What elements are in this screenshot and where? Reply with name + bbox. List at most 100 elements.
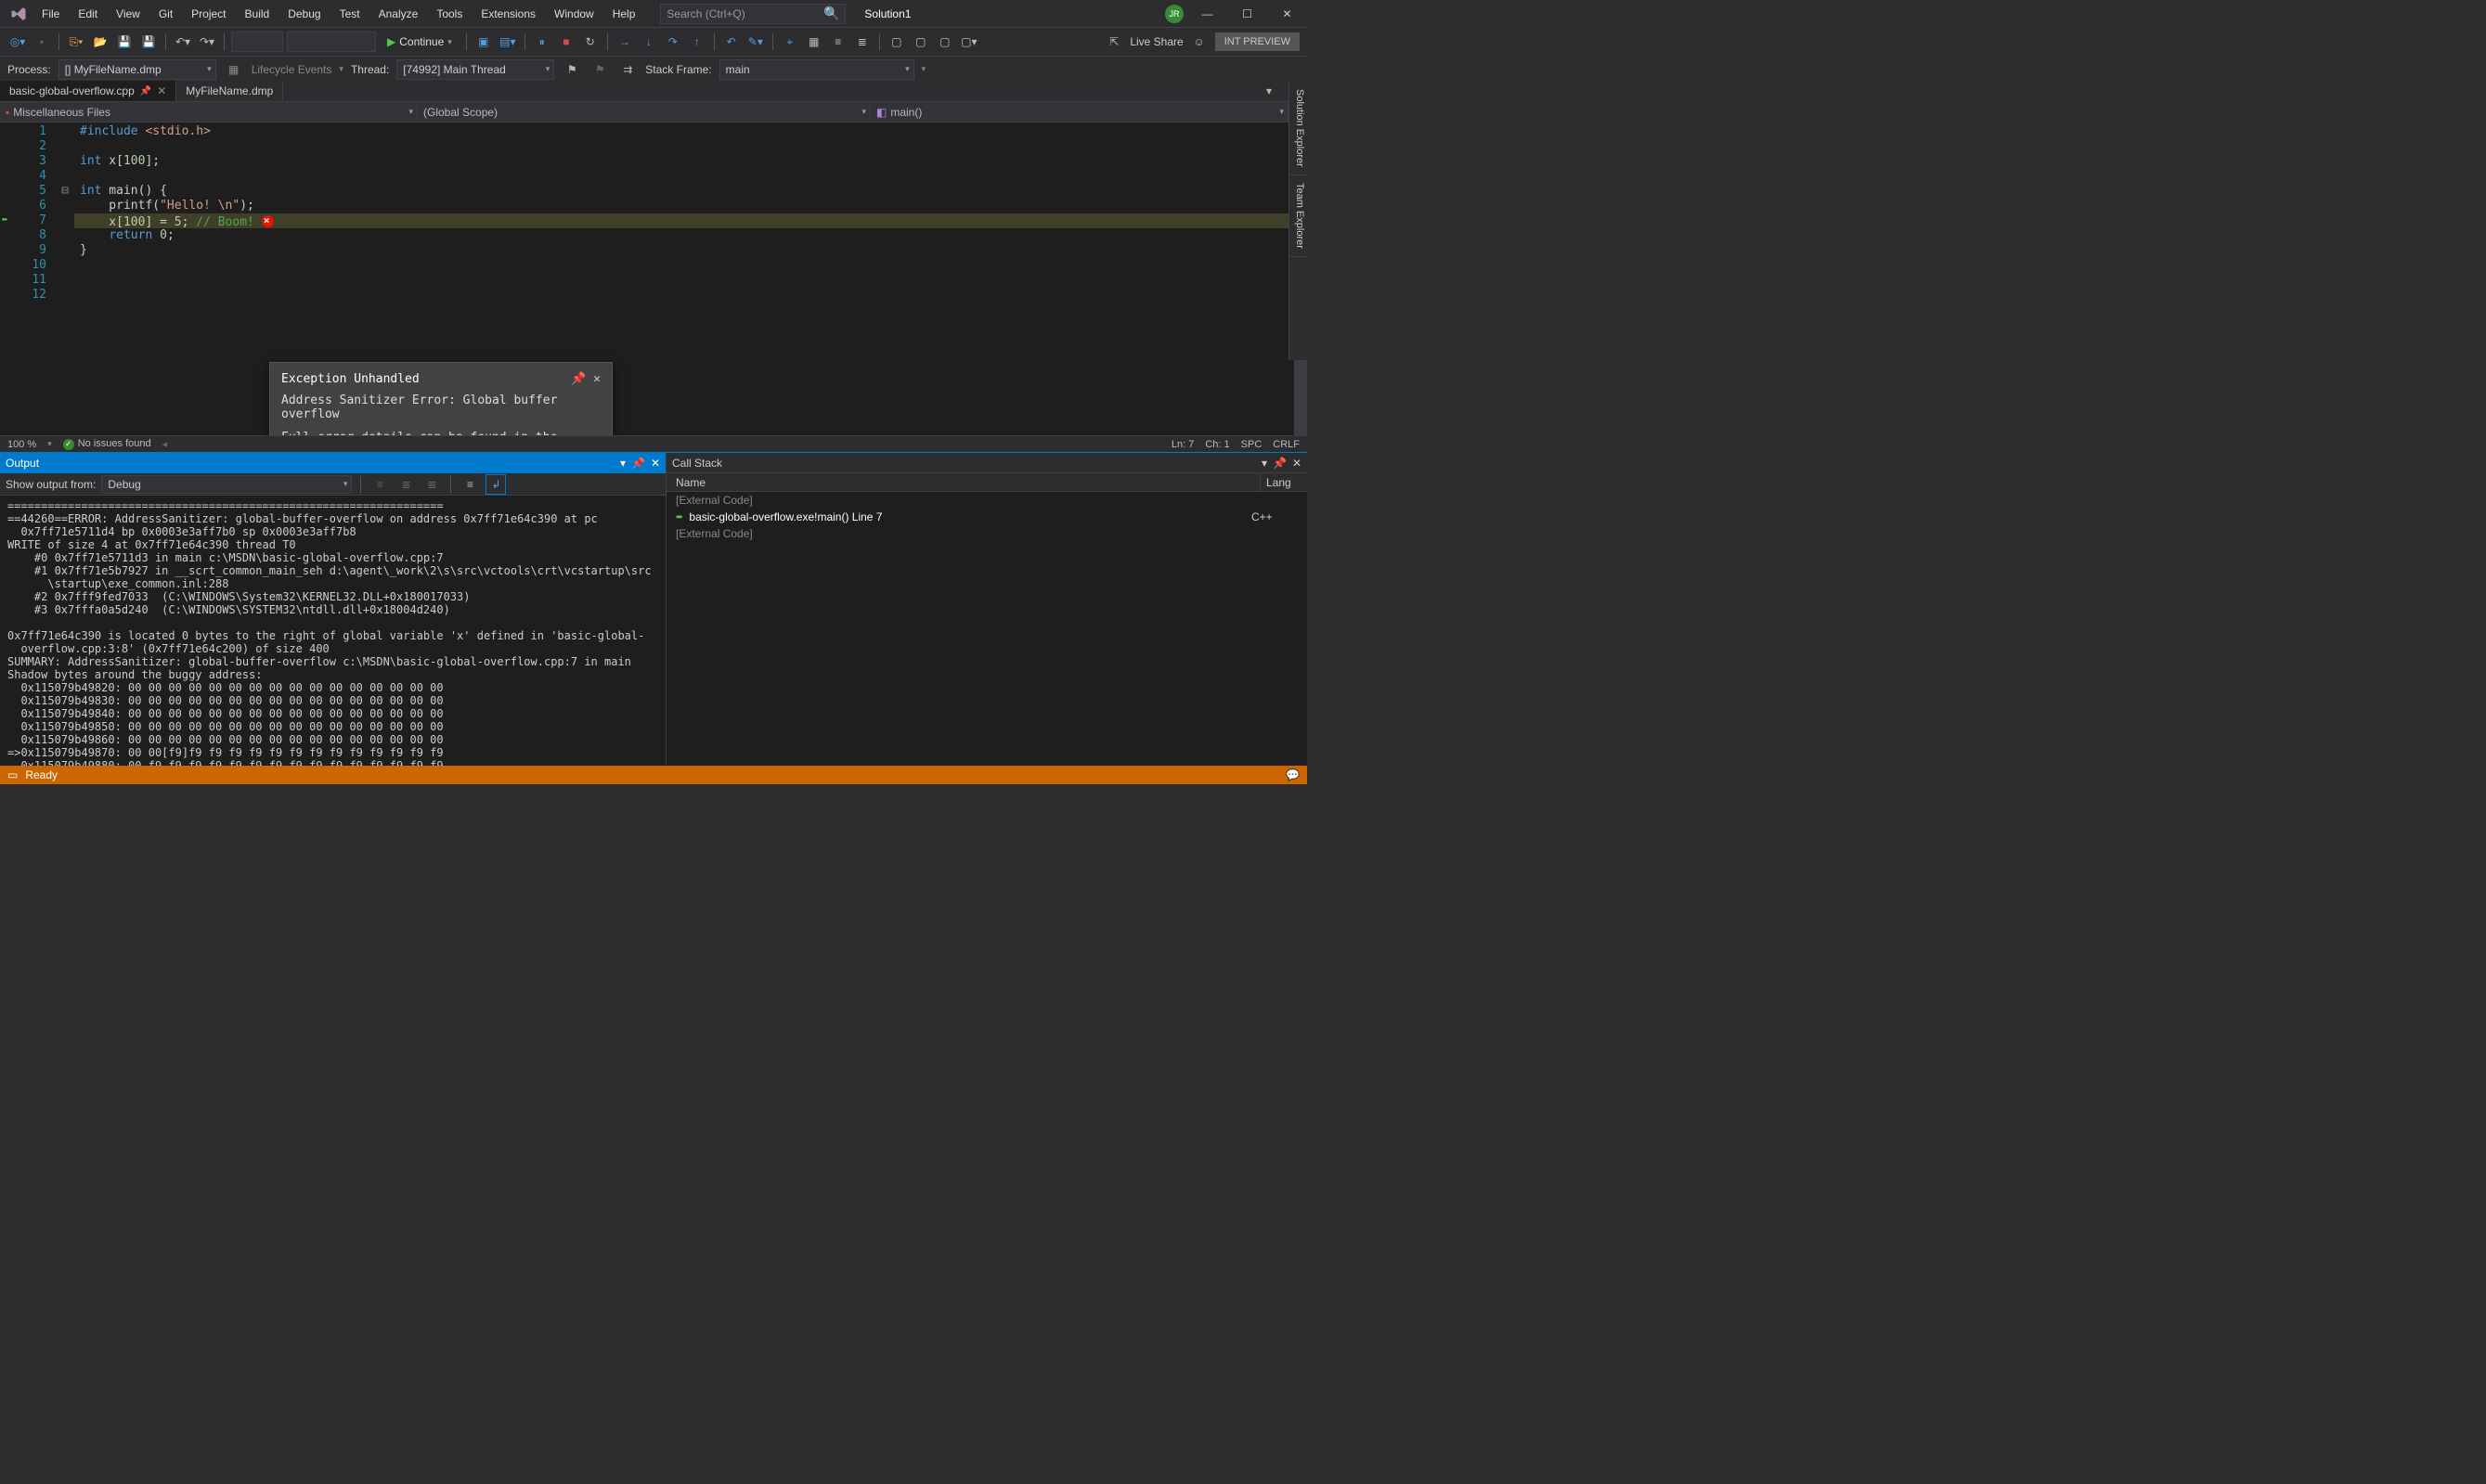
- menu-debug[interactable]: Debug: [279, 3, 329, 25]
- maximize-button[interactable]: ☐: [1231, 1, 1263, 27]
- callstack-header[interactable]: Call Stack ▾ 📌 ✕: [667, 453, 1307, 473]
- menu-bar: FileEditViewGitProjectBuildDebugTestAnal…: [33, 3, 643, 25]
- menu-build[interactable]: Build: [237, 3, 278, 25]
- callstack-row[interactable]: ➨basic-global-overflow.exe!main() Line 7…: [667, 509, 1307, 525]
- callstack-col-lang[interactable]: Lang: [1261, 473, 1307, 491]
- out-tool-2[interactable]: ≣: [395, 474, 416, 495]
- menu-window[interactable]: Window: [546, 3, 602, 25]
- out-tool-3[interactable]: ≣: [421, 474, 442, 495]
- tool-icon-d[interactable]: ▦: [804, 32, 824, 52]
- out-wrap-icon[interactable]: ↲: [486, 474, 506, 495]
- nav-back-icon[interactable]: ◎▾: [7, 32, 28, 52]
- out-tool-4[interactable]: ≡: [460, 474, 480, 495]
- callstack-row[interactable]: [External Code]: [667, 492, 1307, 509]
- platform-dropdown[interactable]: [287, 32, 376, 52]
- notifications-icon[interactable]: 💬: [1286, 768, 1300, 781]
- flag-icon[interactable]: ⚑: [562, 59, 582, 80]
- step-out-icon[interactable]: ↑: [687, 32, 707, 52]
- tool-icon-c[interactable]: ⌖: [780, 32, 800, 52]
- side-tab-solution-explorer[interactable]: Solution Explorer: [1289, 82, 1307, 175]
- file-tab-active[interactable]: basic-global-overflow.cpp 📌 ✕: [0, 81, 176, 101]
- close-icon[interactable]: ✕: [651, 457, 660, 470]
- save-all-icon[interactable]: 💾: [138, 32, 159, 52]
- menu-help[interactable]: Help: [604, 3, 644, 25]
- close-tab-icon[interactable]: ✕: [157, 84, 166, 97]
- close-icon[interactable]: ✕: [593, 372, 601, 386]
- nav-scope-value: (Global Scope): [423, 106, 498, 119]
- zoom-level[interactable]: 100 %: [7, 439, 36, 450]
- callstack-col-name[interactable]: Name: [667, 473, 1261, 491]
- feedback-icon[interactable]: ☺: [1189, 32, 1210, 52]
- solution-name: Solution1: [864, 7, 911, 20]
- menu-view[interactable]: View: [108, 3, 149, 25]
- output-text[interactable]: ========================================…: [0, 496, 666, 766]
- debug-icon-1[interactable]: ▣: [473, 32, 494, 52]
- debug-icon-2[interactable]: ▤▾: [498, 32, 518, 52]
- thread-dropdown[interactable]: [74992] Main Thread: [396, 59, 554, 80]
- output-header[interactable]: Output ▾ 📌 ✕: [0, 453, 666, 473]
- tool-icon-a[interactable]: ↶: [721, 32, 742, 52]
- step-icon-1[interactable]: →: [615, 32, 635, 52]
- issues-text: No issues found: [78, 438, 151, 449]
- config-dropdown[interactable]: [231, 32, 283, 52]
- tool-icon-e[interactable]: ≡: [828, 32, 848, 52]
- restart-icon[interactable]: ↻: [580, 32, 601, 52]
- redo-icon[interactable]: ↷▾: [197, 32, 217, 52]
- out-tool-1[interactable]: ≡: [369, 474, 390, 495]
- liveshare-icon[interactable]: ⇱: [1104, 32, 1124, 52]
- step-into-icon[interactable]: ↓: [639, 32, 659, 52]
- chevron-down-icon[interactable]: ▾: [620, 457, 626, 470]
- step-over-icon[interactable]: ↷: [663, 32, 683, 52]
- pin-icon[interactable]: 📌: [631, 457, 645, 470]
- bookmark-icon-4[interactable]: ▢▾: [959, 32, 979, 52]
- menu-project[interactable]: Project: [183, 3, 234, 25]
- nav-fwd-icon[interactable]: ◦: [32, 32, 52, 52]
- output-from-dropdown[interactable]: Debug: [101, 475, 352, 494]
- callstack-row[interactable]: [External Code]: [667, 525, 1307, 542]
- lifecycle-label[interactable]: Lifecycle Events: [252, 63, 332, 76]
- liveshare-label[interactable]: Live Share: [1130, 35, 1183, 48]
- close-button[interactable]: ✕: [1271, 1, 1303, 27]
- menu-analyze[interactable]: Analyze: [370, 3, 427, 25]
- search-input[interactable]: Search (Ctrl+Q) 🔍: [660, 4, 846, 24]
- save-icon[interactable]: 💾: [114, 32, 135, 52]
- menu-git[interactable]: Git: [150, 3, 181, 25]
- flag-icon-2[interactable]: ⚑: [589, 59, 610, 80]
- chevron-down-icon[interactable]: ▾: [1262, 457, 1267, 470]
- undo-icon[interactable]: ↶▾: [173, 32, 193, 52]
- stop-icon[interactable]: ■: [556, 32, 576, 52]
- bookmark-icon[interactable]: ▢: [887, 32, 907, 52]
- new-item-icon[interactable]: ⎘▾: [66, 32, 86, 52]
- continue-button[interactable]: ▶ Continue ▾: [380, 32, 460, 52]
- title-bar: FileEditViewGitProjectBuildDebugTestAnal…: [0, 0, 1307, 28]
- menu-tools[interactable]: Tools: [428, 3, 471, 25]
- menu-file[interactable]: File: [33, 3, 68, 25]
- stackframe-dropdown[interactable]: main: [719, 59, 914, 80]
- side-tab-team-explorer[interactable]: Team Explorer: [1289, 175, 1307, 257]
- file-tab-background[interactable]: MyFileName.dmp: [176, 81, 283, 101]
- nav-scope-dropdown[interactable]: (Global Scope): [418, 102, 871, 122]
- close-icon[interactable]: ✕: [1292, 457, 1301, 470]
- bookmark-icon-2[interactable]: ▢: [911, 32, 931, 52]
- pin-icon[interactable]: 📌: [140, 86, 151, 97]
- pin-icon[interactable]: 📌: [1273, 457, 1287, 470]
- nav-project-dropdown[interactable]: ▪ Miscellaneous Files: [0, 102, 418, 122]
- minimize-button[interactable]: —: [1191, 1, 1224, 27]
- bookmark-icon-3[interactable]: ▢: [935, 32, 955, 52]
- thread-icon[interactable]: ⇉: [617, 59, 638, 80]
- menu-extensions[interactable]: Extensions: [473, 3, 544, 25]
- pause-icon[interactable]: ⏸: [532, 32, 552, 52]
- tool-icon-f[interactable]: ≣: [852, 32, 873, 52]
- tabstrip-dropdown-icon[interactable]: ▾: [1259, 81, 1279, 101]
- tool-icon-b[interactable]: ✎▾: [745, 32, 766, 52]
- code-editor[interactable]: ➨ 123456789101112 ⊟ #include <stdio.h>in…: [0, 123, 1307, 435]
- menu-edit[interactable]: Edit: [70, 3, 106, 25]
- callstack-title: Call Stack: [672, 457, 722, 470]
- process-dropdown[interactable]: [] MyFileName.dmp: [58, 59, 216, 80]
- menu-test[interactable]: Test: [331, 3, 369, 25]
- open-icon[interactable]: 📂: [90, 32, 110, 52]
- user-avatar[interactable]: JR: [1165, 5, 1184, 23]
- nav-member-dropdown[interactable]: ◧ main(): [871, 102, 1288, 122]
- pin-icon[interactable]: 📌: [571, 372, 586, 386]
- lifecycle-icon[interactable]: ▦: [224, 59, 244, 80]
